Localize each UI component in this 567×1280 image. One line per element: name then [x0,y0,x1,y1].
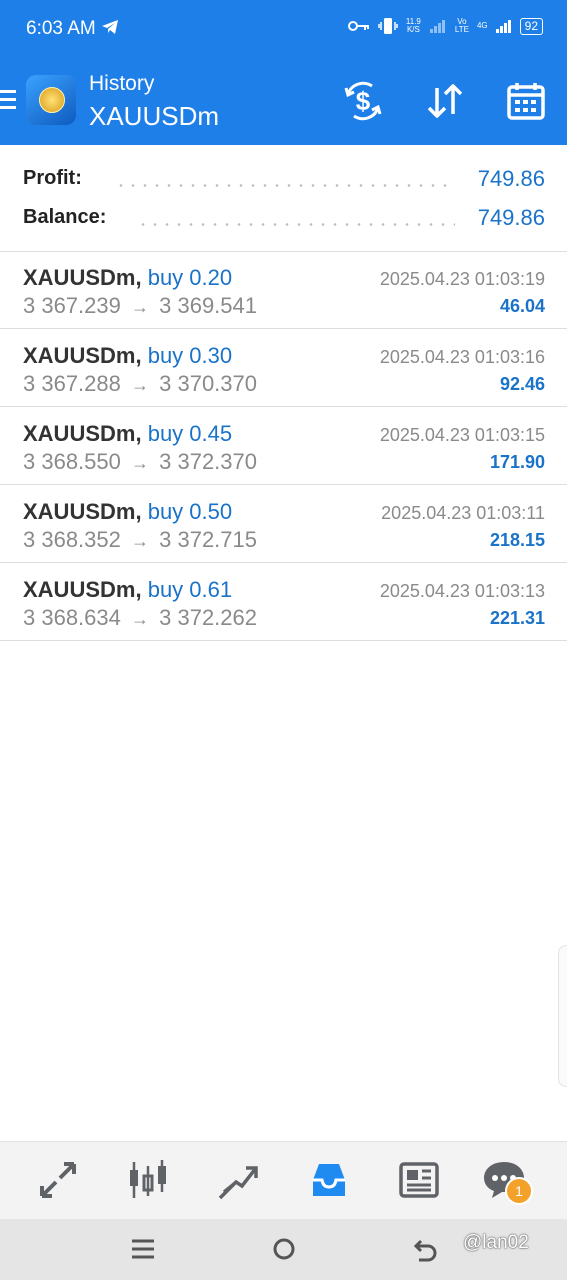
trade-prices: 3 367.239 → 3 369.541 [23,293,257,319]
trade-prices: 3 368.634 → 3 372.262 [23,605,257,631]
trade-symbol: XAUUSDm, [23,499,142,524]
trade-symbol: XAUUSDm, [23,421,142,446]
trade-profit: 171.90 [489,452,545,472]
trade-side: buy 0.20 [147,265,233,290]
news-icon[interactable] [397,1158,441,1202]
vibrate-icon [378,18,398,34]
svg-text:$: $ [356,86,371,116]
telegram-icon [102,20,118,34]
trade-side: buy 0.61 [147,577,233,602]
close-price: 3 369.541 [159,293,257,318]
account-summary: Profit: 749.86 Balance: 749.86 [0,145,567,252]
trade-time: 2025.04.23 01:03:19 [379,269,545,289]
trade-symbol-line: XAUUSDm, buy 0.45 [23,421,232,447]
arrow-right-icon: → [131,609,149,629]
arrow-right-icon: → [131,375,149,395]
trade-symbol: XAUUSDm, [23,265,142,290]
trade-time: 2025.04.23 01:03:15 [379,425,545,445]
trade-prices: 3 367.288 → 3 370.370 [23,371,257,397]
edge-panel-handle[interactable] [558,945,567,1087]
volte-indicator: Vo LTE [455,18,469,34]
trade-row[interactable]: XAUUSDm, buy 0.30 3 367.288 → 3 370.370 … [0,329,567,407]
arrow-right-icon: → [131,297,149,317]
trade-symbol: XAUUSDm, [23,343,142,368]
back-icon[interactable] [413,1235,439,1263]
open-price: 3 367.239 [23,293,121,318]
trade-row[interactable]: XAUUSDm, buy 0.20 3 367.239 → 3 369.541 … [0,251,567,329]
trade-profit: 92.46 [499,374,545,394]
balance-row: Balance: 749.86 [23,205,545,236]
menu-icon[interactable] [0,90,16,114]
trade-time: 2025.04.23 01:03:11 [381,503,545,523]
balance-label: Balance: [23,206,107,228]
trade-symbol: XAUUSDm, [23,577,142,602]
trade-time: 2025.04.23 01:03:13 [379,581,545,601]
trade-side: buy 0.45 [147,421,233,446]
net-speed: 11.9 K/S [406,18,421,34]
open-price: 3 368.550 [23,449,121,474]
leader-dots [137,223,455,226]
trade-time: 2025.04.23 01:03:16 [379,347,545,367]
leader-dots [115,184,455,187]
chart-icon[interactable] [126,1158,170,1202]
trade-symbol-line: XAUUSDm, buy 0.30 [23,343,232,369]
trade-prices: 3 368.550 → 3 372.370 [23,449,257,475]
vpn-key-icon [347,21,369,31]
header-subtitle: History [89,72,155,95]
arrow-right-icon: → [131,453,149,473]
top-bar: 6:03 AM 11.9 K/S Vo LTE 4G 92 History XA… [0,0,567,145]
balance-value: 749.86 [477,205,545,230]
watermark: @lan02 [463,1232,529,1253]
open-price: 3 368.634 [23,605,121,630]
open-price: 3 367.288 [23,371,121,396]
bottom-navigation [0,1141,567,1220]
history-icon[interactable] [307,1158,351,1202]
open-price: 3 368.352 [23,527,121,552]
trade-symbol-line: XAUUSDm, buy 0.20 [23,265,232,291]
battery-indicator: 92 [519,17,543,35]
close-price: 3 370.370 [159,371,257,396]
close-price: 3 372.262 [159,605,257,630]
close-price: 3 372.715 [159,527,257,552]
trade-symbol-line: XAUUSDm, buy 0.50 [23,499,232,525]
status-bar: 6:03 AM 11.9 K/S Vo LTE 4G 92 [0,0,567,58]
trade-row[interactable]: XAUUSDm, buy 0.45 3 368.550 → 3 372.370 … [0,407,567,485]
trade-icon[interactable] [216,1158,260,1202]
trade-profit: 218.15 [489,530,545,550]
signal-icon [495,20,511,33]
home-icon[interactable] [271,1235,297,1263]
trade-row[interactable]: XAUUSDm, buy 0.61 3 368.634 → 3 372.262 … [0,563,567,641]
profit-row: Profit: 749.86 [23,166,545,197]
signal-weak-icon [429,20,445,33]
trade-profit: 46.04 [499,296,545,316]
status-time: 6:03 AM [26,18,96,39]
messages-badge: 1 [505,1177,533,1205]
trade-profit: 221.31 [489,608,545,628]
network-type: 4G [476,21,488,30]
calendar-icon[interactable] [505,80,547,122]
arrow-right-icon: → [131,531,149,551]
status-icons: 11.9 K/S Vo LTE 4G 92 [347,17,543,35]
volte-bottom: LTE [454,25,469,34]
trade-prices: 3 368.352 → 3 372.715 [23,527,257,553]
recent-apps-icon[interactable] [130,1235,156,1263]
trade-row[interactable]: XAUUSDm, buy 0.50 3 368.352 → 3 372.715 … [0,485,567,563]
trade-list: XAUUSDm, buy 0.20 3 367.239 → 3 369.541 … [0,251,567,641]
trade-side: buy 0.50 [147,499,233,524]
trade-symbol-line: XAUUSDm, buy 0.61 [23,577,232,603]
sort-icon[interactable] [424,80,466,122]
trade-side: buy 0.30 [147,343,233,368]
net-speed-unit: K/S [406,25,420,34]
profit-label: Profit: [23,167,82,189]
profit-value: 749.86 [477,166,545,191]
app-header: History XAUUSDm $ [0,58,567,145]
close-price: 3 372.370 [159,449,257,474]
currency-exchange-icon[interactable]: $ [342,80,384,122]
header-title[interactable]: XAUUSDm [89,101,219,132]
quotes-icon[interactable] [36,1158,80,1202]
app-logo [26,75,76,125]
